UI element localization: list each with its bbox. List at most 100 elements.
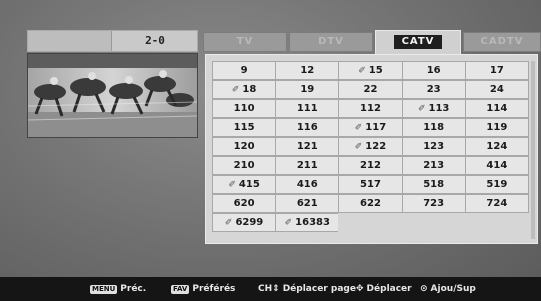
menu-key-icon: MENU xyxy=(90,284,118,294)
channel-number: 111 xyxy=(296,103,318,114)
channel-number: 120 xyxy=(233,141,255,152)
channel-cell[interactable]: 22 xyxy=(338,80,403,99)
channel-row: 210 211 212 213 414 xyxy=(212,156,533,175)
channel-cell[interactable]: 213 xyxy=(401,156,466,175)
channel-cell[interactable]: ✐ 122 xyxy=(338,137,403,156)
channel-number: 121 xyxy=(296,141,318,152)
channel-cell[interactable]: 416 xyxy=(275,175,340,194)
tab-dtv[interactable]: DTV xyxy=(289,32,373,52)
channel-cell[interactable]: 23 xyxy=(401,80,466,99)
channel-cell[interactable]: 110 xyxy=(212,99,277,118)
channel-row: ✐ 6299 ✐ 16383 xyxy=(212,213,533,232)
channel-cell[interactable]: 16 xyxy=(401,61,466,80)
channel-cell[interactable]: 414 xyxy=(464,156,529,175)
channel-number: 620 xyxy=(233,198,255,209)
channel-number: 9 xyxy=(240,65,248,76)
channel-cell[interactable]: 17 xyxy=(464,61,529,80)
channel-number: 122 xyxy=(365,141,387,152)
channel-cell[interactable]: ✐ 16383 xyxy=(275,213,340,232)
channel-number: 113 xyxy=(428,103,450,114)
channel-number: 23 xyxy=(426,84,441,95)
help-add-remove[interactable]: ⊙ Ajou/Sup xyxy=(420,283,476,295)
channel-cell[interactable]: 120 xyxy=(212,137,277,156)
channel-cell[interactable]: 115 xyxy=(212,118,277,137)
channel-cell[interactable]: 620 xyxy=(212,194,277,213)
tab-tv[interactable]: TV xyxy=(203,32,287,52)
channel-cell[interactable]: 24 xyxy=(464,80,529,99)
channel-grid-scrollbar[interactable] xyxy=(531,61,535,239)
channel-row: ✐ 18 19 22 23 24 xyxy=(212,80,533,99)
current-channel-number: 2-0 xyxy=(145,34,165,47)
channel-number: 16 xyxy=(426,65,441,76)
help-page-move[interactable]: CH⇕ Déplacer page xyxy=(258,283,356,295)
channel-cell[interactable]: 124 xyxy=(464,137,529,156)
channel-number: 19 xyxy=(300,84,315,95)
channel-number: 24 xyxy=(489,84,504,95)
channel-number: 517 xyxy=(360,179,381,190)
tab-catv[interactable]: CATV xyxy=(375,30,461,54)
channel-preview-image xyxy=(27,53,198,138)
wrench-icon: ✐ xyxy=(231,84,240,95)
channel-cell[interactable]: ✐ 15 xyxy=(338,61,403,80)
wrench-icon: ✐ xyxy=(417,103,426,114)
wrench-icon: ✐ xyxy=(224,217,233,228)
channel-cell[interactable]: 118 xyxy=(401,118,466,137)
channel-cell[interactable]: 112 xyxy=(338,99,403,118)
channel-cell[interactable]: ✐ 415 xyxy=(212,175,277,194)
channel-row: 620 621 622 723 724 xyxy=(212,194,533,213)
channel-cell[interactable]: 114 xyxy=(464,99,529,118)
wrench-icon: ✐ xyxy=(284,217,293,228)
channel-number: 211 xyxy=(296,160,318,171)
empty-cell xyxy=(464,213,529,232)
channel-number: 723 xyxy=(423,198,445,209)
channel-cell[interactable]: 212 xyxy=(338,156,403,175)
channel-grid-panel: 9 12 ✐ 15 16 17 ✐ 18 19 22 23 24 110 111 112 ✐ 113 114 115… xyxy=(205,54,538,244)
channel-cell[interactable]: 210 xyxy=(212,156,277,175)
channel-row: 110 111 112 ✐ 113 114 xyxy=(212,99,533,118)
dpad-arrows-icon: ✥ xyxy=(356,284,364,294)
channel-cell[interactable]: 9 xyxy=(212,61,277,80)
channel-cell[interactable]: 723 xyxy=(401,194,466,213)
channel-cell[interactable]: 211 xyxy=(275,156,340,175)
channel-cell[interactable]: ✐ 6299 xyxy=(212,213,277,232)
channel-cell[interactable]: 519 xyxy=(464,175,529,194)
channel-cell[interactable]: 111 xyxy=(275,99,340,118)
channel-cell[interactable]: 518 xyxy=(401,175,466,194)
help-menu[interactable]: MENU Préc. xyxy=(90,283,146,295)
help-move[interactable]: ✥ Déplacer xyxy=(356,283,412,295)
wrench-icon: ✐ xyxy=(228,179,236,190)
channel-cell[interactable]: 12 xyxy=(275,61,340,80)
channel-number: 621 xyxy=(296,198,318,209)
channel-number: 110 xyxy=(233,103,255,114)
channel-cell[interactable]: 724 xyxy=(464,194,529,213)
channel-number: 117 xyxy=(365,122,387,133)
wrench-icon: ✐ xyxy=(354,122,363,133)
current-channel-header: 2-0 xyxy=(27,30,198,52)
channel-number: 724 xyxy=(486,198,508,209)
channel-number: 123 xyxy=(423,141,445,152)
channel-cell[interactable]: 517 xyxy=(338,175,403,194)
channel-cell[interactable]: 123 xyxy=(401,137,466,156)
help-bar: MENU Préc. FAV Préférés CH⇕ Déplacer pag… xyxy=(0,277,541,301)
channel-number: 414 xyxy=(486,160,508,171)
channel-cell[interactable]: ✐ 117 xyxy=(338,118,403,137)
channel-cell[interactable]: 119 xyxy=(464,118,529,137)
channel-number: 622 xyxy=(360,198,381,209)
channel-number: 114 xyxy=(486,103,508,114)
channel-cell[interactable]: 121 xyxy=(275,137,340,156)
channel-cell[interactable]: ✐ 18 xyxy=(212,80,277,99)
fav-key-icon: FAV xyxy=(171,284,190,294)
channel-row: 9 12 ✐ 15 16 17 xyxy=(212,61,533,80)
channel-row: ✐ 415 416 517 518 519 xyxy=(212,175,533,194)
channel-cell[interactable]: 621 xyxy=(275,194,340,213)
help-fav[interactable]: FAV Préférés xyxy=(171,283,235,295)
channel-cell[interactable]: ✐ 113 xyxy=(401,99,466,118)
channel-number: 212 xyxy=(360,160,381,171)
channel-cell[interactable]: 622 xyxy=(338,194,403,213)
channel-number: 17 xyxy=(489,65,504,76)
channel-cell[interactable]: 19 xyxy=(275,80,340,99)
empty-cell xyxy=(401,213,466,232)
channel-cell[interactable]: 116 xyxy=(275,118,340,137)
channel-number: 18 xyxy=(242,84,257,95)
tab-cadtv[interactable]: CADTV xyxy=(463,32,541,52)
